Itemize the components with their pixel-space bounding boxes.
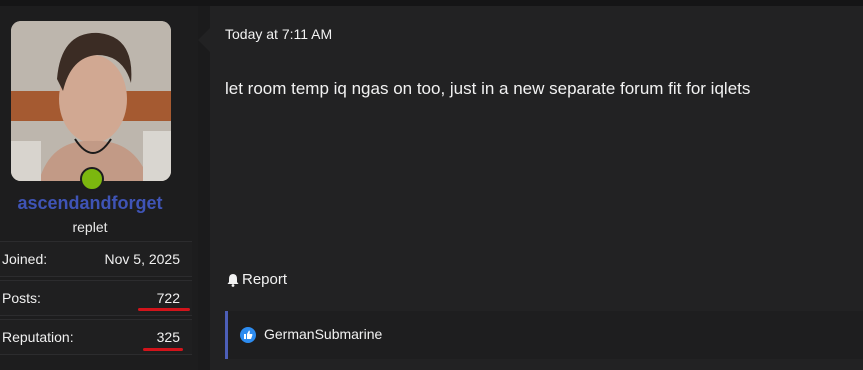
message-timestamp[interactable]: Today at 7:11 AM (225, 26, 332, 42)
avatar-image (11, 21, 171, 181)
user-title: replet (72, 219, 108, 235)
stat-row-joined: Joined: Nov 5, 2025 (0, 241, 192, 277)
annotation-underline (138, 308, 190, 311)
reaction-user-link[interactable]: GermanSubmarine (264, 326, 382, 342)
like-icon (240, 327, 256, 343)
stat-label: Posts: (2, 290, 41, 306)
message-body: let room temp iq ngas on too, just in a … (225, 79, 751, 98)
stat-label: Joined: (2, 251, 48, 267)
bell-icon (227, 273, 239, 287)
stat-value[interactable]: 722 (157, 290, 180, 306)
stat-label: Reputation: (2, 329, 74, 345)
username-link[interactable]: ascendandforget (0, 193, 180, 214)
report-label: Report (242, 271, 288, 288)
annotation-underline (143, 348, 183, 351)
online-status-indicator (80, 167, 104, 191)
user-sidebar: ascendandforget replet Joined: Nov 5, 20… (0, 6, 198, 370)
reactions-bar: GermanSubmarine (225, 311, 863, 359)
message-content: Today at 7:11 AM let room temp iq ngas o… (210, 6, 863, 370)
stat-value: 325 (156, 329, 180, 345)
stat-value: Nov 5, 2025 (104, 251, 181, 267)
message-pointer (198, 28, 210, 52)
report-button[interactable]: Report (226, 271, 287, 288)
avatar[interactable] (11, 21, 171, 181)
